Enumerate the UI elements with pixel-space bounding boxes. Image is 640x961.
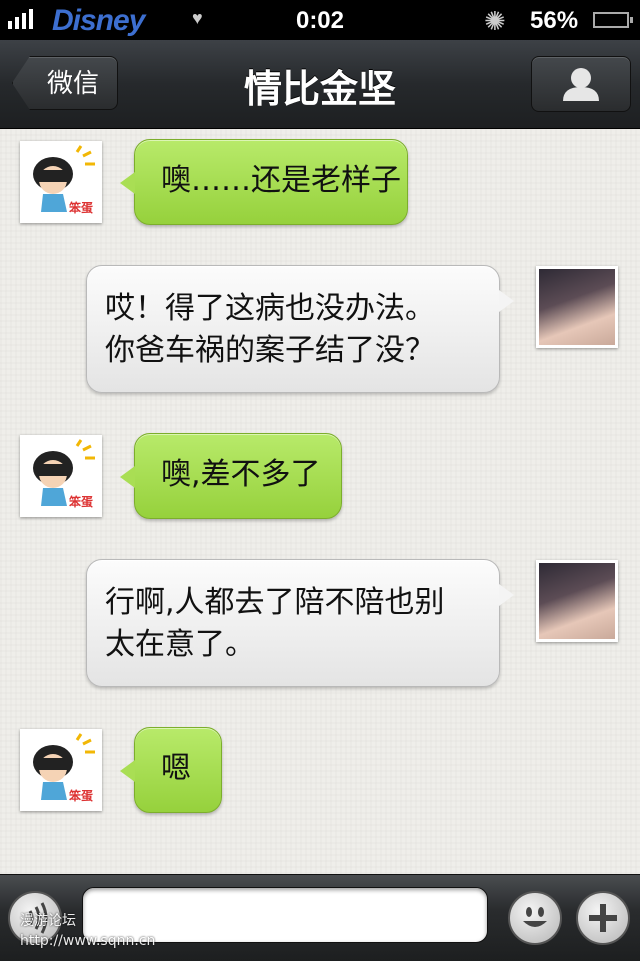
message-bubble[interactable]: 嗯 bbox=[120, 727, 222, 813]
watermark: 漫游论坛 http://www.sqnn.cn bbox=[20, 913, 156, 949]
my-avatar[interactable] bbox=[536, 560, 618, 642]
message-text: 行啊,人都去了陪不陪也别 太在意了。 bbox=[105, 585, 445, 662]
cartoon-boy-icon: 笨蛋 bbox=[33, 733, 95, 803]
message-text: 嗯 bbox=[161, 751, 191, 786]
message-text: 噢,差不多了 bbox=[161, 457, 321, 492]
cartoon-boy-icon: 笨蛋 bbox=[33, 145, 95, 215]
page-title: 情比金坚 bbox=[243, 67, 396, 111]
smiley-icon bbox=[523, 907, 547, 927]
message-text: 噢……还是老样子 bbox=[161, 163, 401, 198]
back-button[interactable]: 微信 bbox=[12, 56, 118, 110]
contact-avatar[interactable]: 笨蛋 bbox=[20, 435, 102, 517]
chat-area[interactable]: 笨蛋 噢……还是老样子 哎！得了这病也没办法。 你爸车祸的案子结了没？ 笨蛋 噢… bbox=[0, 129, 640, 874]
cartoon-boy-icon: 笨蛋 bbox=[33, 439, 95, 509]
battery-percent: 56% bbox=[530, 7, 579, 34]
sync-icon: ✺ bbox=[484, 6, 506, 36]
message-bubble[interactable]: 行啊,人都去了陪不陪也别 太在意了。 bbox=[86, 559, 514, 687]
more-button[interactable] bbox=[576, 891, 630, 945]
person-icon bbox=[563, 68, 599, 101]
svg-text:笨蛋: 笨蛋 bbox=[69, 494, 93, 509]
emoji-button[interactable] bbox=[508, 891, 562, 945]
svg-text:笨蛋: 笨蛋 bbox=[69, 200, 93, 215]
message-text: 哎！得了这病也没办法。 你爸车祸的案子结了没？ bbox=[105, 291, 435, 368]
profile-button[interactable] bbox=[531, 56, 631, 112]
nav-bar: 微信 情比金坚 bbox=[0, 40, 640, 129]
message-bubble[interactable]: 噢,差不多了 bbox=[120, 433, 342, 519]
status-bar: Disney ♥ 0:02 ✺ 56% bbox=[0, 0, 640, 40]
contact-avatar[interactable]: 笨蛋 bbox=[20, 141, 102, 223]
svg-text:笨蛋: 笨蛋 bbox=[69, 788, 93, 803]
my-avatar[interactable] bbox=[536, 266, 618, 348]
battery-icon bbox=[593, 12, 633, 28]
contact-avatar[interactable]: 笨蛋 bbox=[20, 729, 102, 811]
input-bar: 漫游论坛 http://www.sqnn.cn bbox=[0, 874, 640, 961]
plus-icon bbox=[589, 904, 617, 932]
message-bubble[interactable]: 哎！得了这病也没办法。 你爸车祸的案子结了没？ bbox=[86, 265, 514, 393]
message-bubble[interactable]: 噢……还是老样子 bbox=[120, 139, 408, 225]
